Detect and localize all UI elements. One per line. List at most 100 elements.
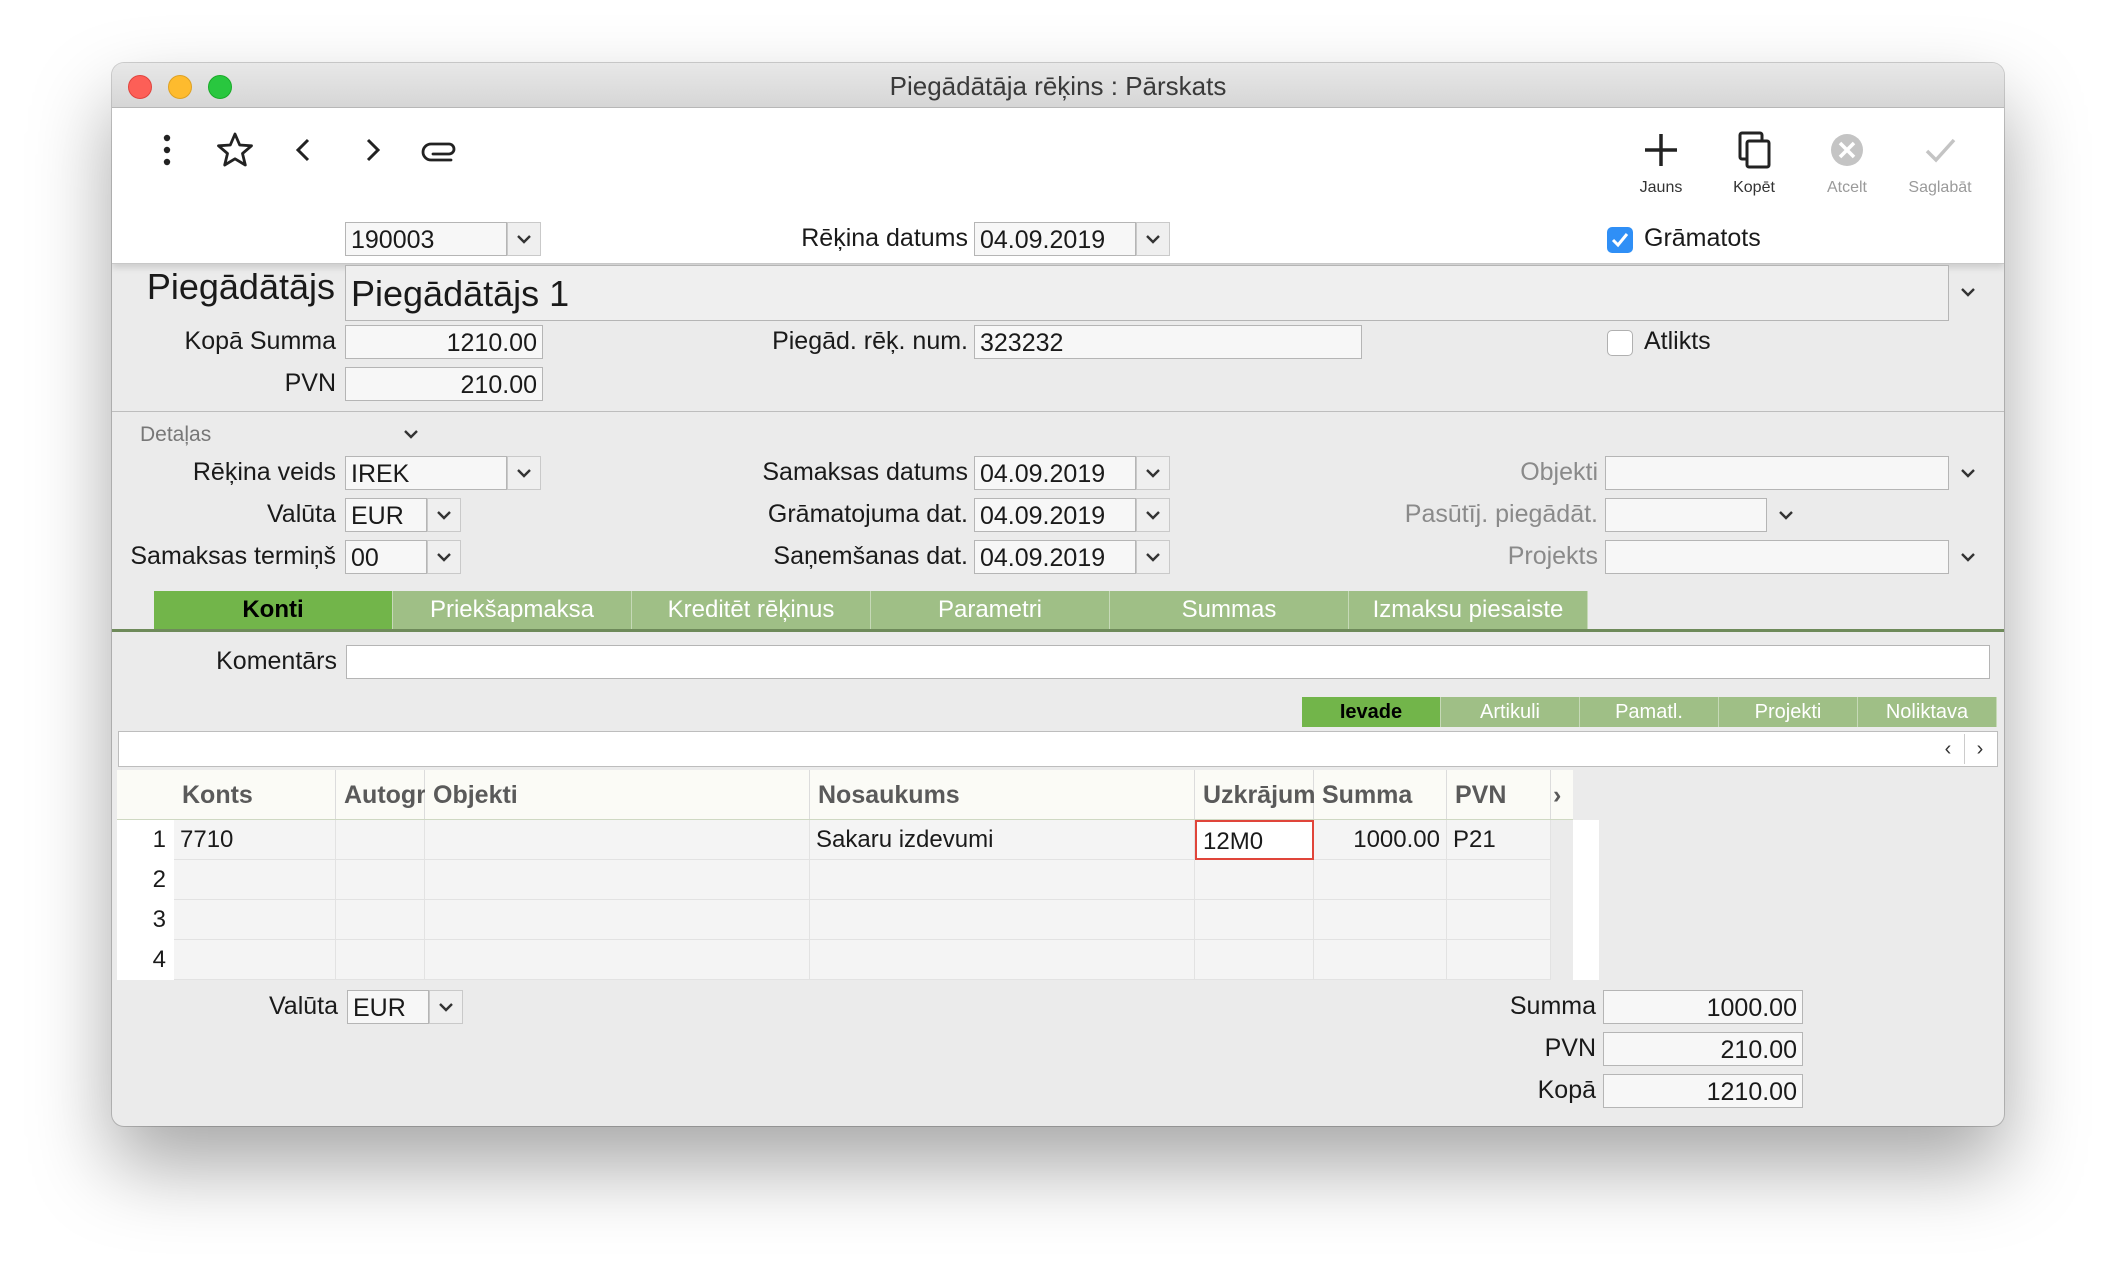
cell-pvn-kods[interactable] xyxy=(1447,940,1551,980)
booked-checkbox[interactable] xyxy=(1607,227,1633,253)
cell-uzkrajumi[interactable] xyxy=(1195,940,1314,980)
cell-summa[interactable] xyxy=(1314,940,1447,980)
scroll-left-icon[interactable]: ‹ xyxy=(1933,734,1963,764)
new-button[interactable]: Jauns xyxy=(1616,128,1706,197)
chevron-right-icon[interactable]: › xyxy=(1551,770,1573,820)
cancel-button[interactable]: Atcelt xyxy=(1802,128,1892,197)
payment-term-field[interactable]: 00 xyxy=(345,540,427,574)
subtab-ievade[interactable]: Ievade xyxy=(1302,697,1441,727)
cell-uzkrajumi-selected[interactable]: 12M0 xyxy=(1195,820,1314,860)
currency-field[interactable]: EUR xyxy=(345,498,427,532)
footer-currency-field[interactable]: EUR xyxy=(347,990,429,1024)
cell-pvn-kods[interactable] xyxy=(1447,900,1551,940)
invoice-type-dropdown[interactable] xyxy=(507,456,541,490)
payment-date-field[interactable]: 04.09.2019 xyxy=(974,456,1136,490)
copy-button[interactable]: Kopēt xyxy=(1709,128,1799,197)
cell-nosaukums[interactable] xyxy=(810,940,1195,980)
horizontal-scrollbar[interactable]: ‹ › xyxy=(118,731,1998,767)
footer-total-field[interactable]: 1210.00 xyxy=(1603,1074,1803,1108)
subtab-projekti[interactable]: Projekti xyxy=(1719,697,1858,727)
col-header-konts[interactable]: Konts xyxy=(174,770,336,820)
scroll-right-icon[interactable]: › xyxy=(1964,734,1995,764)
payment-date-dropdown[interactable] xyxy=(1136,456,1170,490)
cell-objekti[interactable] xyxy=(425,820,810,860)
cell-autogr[interactable] xyxy=(336,860,425,900)
tab-konti[interactable]: Konti xyxy=(154,591,393,629)
total-sum-field[interactable]: 1210.00 xyxy=(345,325,543,359)
col-header-objekti[interactable]: Objekti xyxy=(425,770,810,820)
tab-kreditet-rekinus[interactable]: Kreditēt rēķinus xyxy=(632,591,871,629)
cell-nosaukums[interactable] xyxy=(810,860,1195,900)
more-vertical-icon[interactable] xyxy=(147,130,187,170)
col-header-nosaukums[interactable]: Nosaukums xyxy=(810,770,1195,820)
invoice-date-field[interactable]: 04.09.2019 xyxy=(974,222,1136,256)
cell-objekti[interactable] xyxy=(425,940,810,980)
projects-dropdown[interactable] xyxy=(1951,540,1985,574)
details-toggle[interactable] xyxy=(394,417,428,451)
cell-konts[interactable]: 7710 xyxy=(174,820,336,860)
cell-konts[interactable] xyxy=(174,860,336,900)
currency-dropdown[interactable] xyxy=(427,498,461,532)
tab-parametri[interactable]: Parametri xyxy=(871,591,1110,629)
footer-sum-field[interactable]: 1000.00 xyxy=(1603,990,1803,1024)
cell-pvn-kods[interactable]: P21 xyxy=(1447,820,1551,860)
cell-nosaukums[interactable]: Sakaru izdevumi xyxy=(810,820,1195,860)
number-dropdown[interactable] xyxy=(507,222,541,256)
chevron-left-icon[interactable] xyxy=(284,130,324,170)
vat-field[interactable]: 210.00 xyxy=(345,367,543,401)
footer-currency-dropdown[interactable] xyxy=(429,990,463,1024)
posting-date-dropdown[interactable] xyxy=(1136,498,1170,532)
cell-konts[interactable] xyxy=(174,900,336,940)
chevron-down-icon xyxy=(1146,235,1160,244)
col-header-pvn-kods[interactable]: PVN Kods xyxy=(1447,770,1551,859)
tab-izmaksu-piesaiste[interactable]: Izmaksu piesaiste xyxy=(1349,591,1588,629)
subtab-pamatl[interactable]: Pamatl. xyxy=(1580,697,1719,727)
cell-uzkrajumi[interactable] xyxy=(1195,900,1314,940)
cell-summa[interactable] xyxy=(1314,860,1447,900)
cell-nosaukums[interactable] xyxy=(810,900,1195,940)
payment-term-dropdown[interactable] xyxy=(427,540,461,574)
subtab-noliktava[interactable]: Noliktava xyxy=(1858,697,1997,727)
objects-label: Objekti xyxy=(1520,458,1598,486)
col-header-uzkrajumi[interactable]: Uzkrājumi xyxy=(1195,770,1322,820)
cell-summa[interactable]: 1000.00 xyxy=(1314,820,1447,860)
col-header-summa[interactable]: Summa xyxy=(1314,770,1447,820)
cell-autogr[interactable] xyxy=(336,900,425,940)
deferred-checkbox[interactable] xyxy=(1607,330,1633,356)
subtab-artikuli[interactable]: Artikuli xyxy=(1441,697,1580,727)
tab-priekssapmaksa[interactable]: Priekšapmaksa xyxy=(393,591,632,629)
received-date-field[interactable]: 04.09.2019 xyxy=(974,540,1136,574)
order-supplier-field[interactable] xyxy=(1605,498,1767,532)
comment-field[interactable] xyxy=(346,645,1990,679)
posting-date-field[interactable]: 04.09.2019 xyxy=(974,498,1136,532)
number-field[interactable]: 190003 xyxy=(345,222,507,256)
received-date-dropdown[interactable] xyxy=(1136,540,1170,574)
cell-konts[interactable] xyxy=(174,940,336,980)
cell-objekti[interactable] xyxy=(425,860,810,900)
cell-objekti[interactable] xyxy=(425,900,810,940)
order-supplier-dropdown[interactable] xyxy=(1769,498,1803,532)
objects-field[interactable] xyxy=(1605,456,1949,490)
cell-uzkrajumi[interactable] xyxy=(1195,860,1314,900)
cell-pvn-kods[interactable] xyxy=(1447,860,1551,900)
supplier-dropdown[interactable] xyxy=(1951,275,1985,309)
invoice-type-field[interactable]: IREK xyxy=(345,456,507,490)
footer-vat-field[interactable]: 210.00 xyxy=(1603,1032,1803,1066)
projects-field[interactable] xyxy=(1605,540,1949,574)
tab-summas[interactable]: Summas xyxy=(1110,591,1349,629)
paperclip-icon[interactable] xyxy=(421,130,461,170)
payment-date-label: Samaksas datums xyxy=(762,458,968,486)
cell-autogr[interactable] xyxy=(336,820,425,860)
col-header-autogr[interactable]: Autogr. xyxy=(336,770,432,820)
chevron-down-icon xyxy=(439,1003,453,1012)
cell-summa[interactable] xyxy=(1314,900,1447,940)
supplier-field[interactable]: Piegādātājs 1 xyxy=(345,265,1949,321)
invoice-date-dropdown[interactable] xyxy=(1136,222,1170,256)
cell-autogr[interactable] xyxy=(336,940,425,980)
save-button[interactable]: Saglabāt xyxy=(1895,128,1985,197)
star-icon[interactable] xyxy=(215,130,255,170)
footer-sum-label: Summa xyxy=(1509,992,1596,1020)
objects-dropdown[interactable] xyxy=(1951,456,1985,490)
supplier-invoice-number-field[interactable]: 323232 xyxy=(974,325,1362,359)
chevron-right-icon[interactable] xyxy=(352,130,392,170)
